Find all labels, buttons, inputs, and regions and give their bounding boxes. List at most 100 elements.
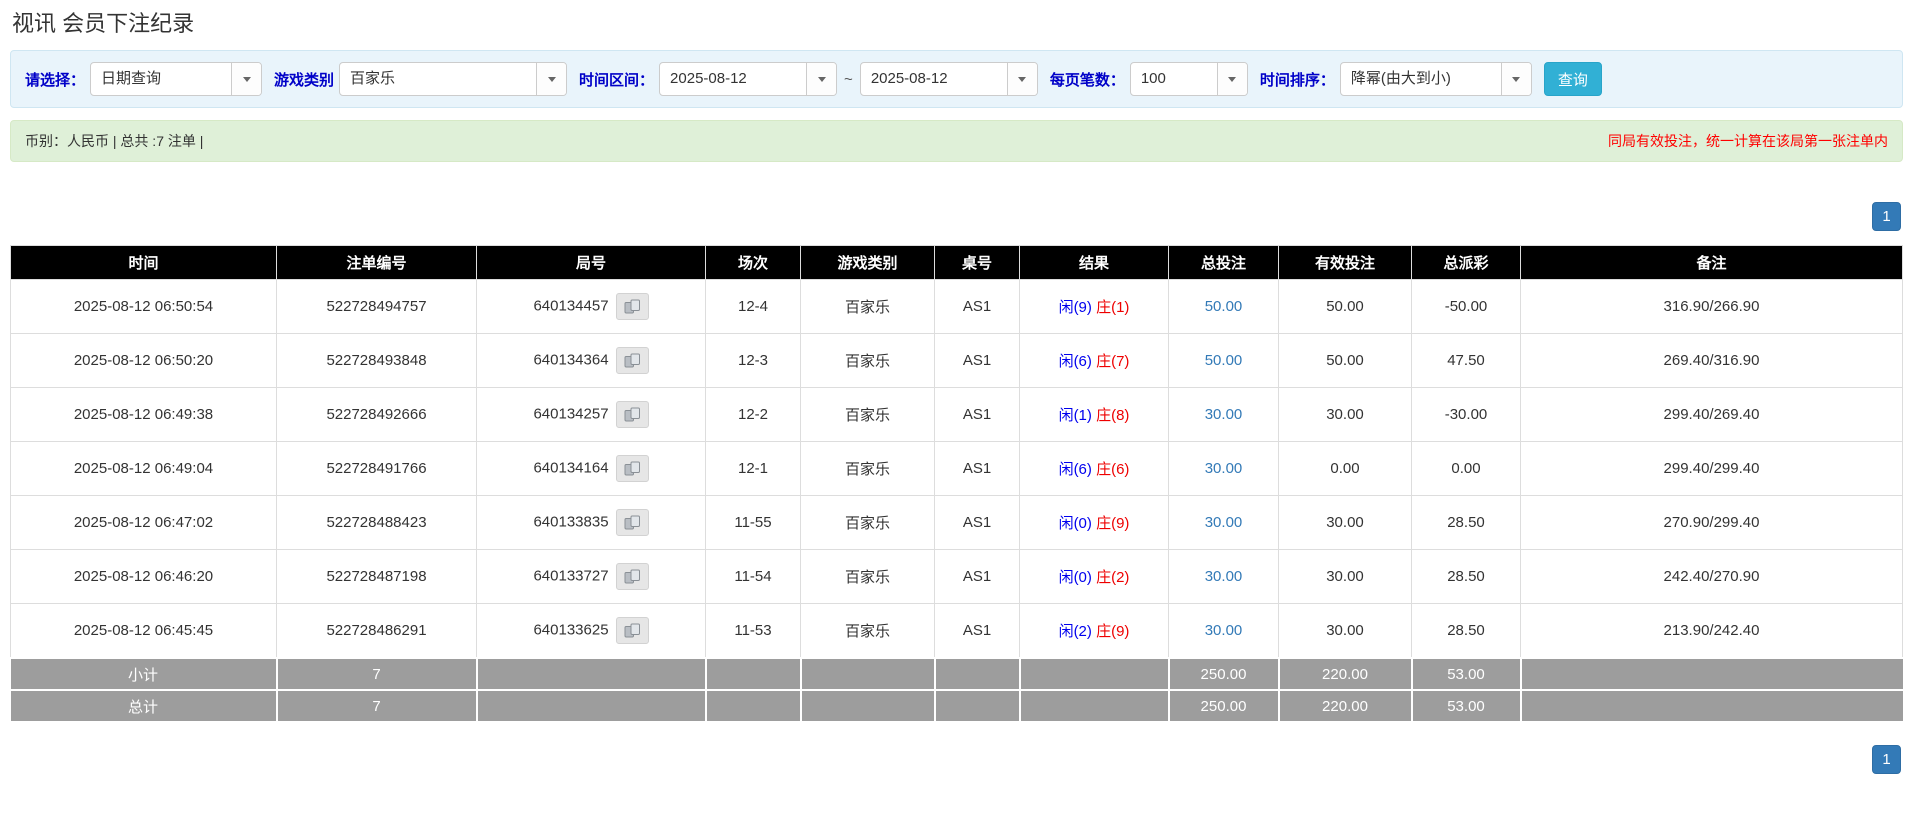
column-header: 总派彩 [1412,246,1521,280]
game-type-selected-value: 百家乐 [340,63,536,95]
page-1-button[interactable]: 1 [1872,745,1901,774]
player-result: 闲(2) [1059,623,1092,640]
round-number: 640134164 [533,459,608,476]
valid-bet-cell: 50.00 [1279,280,1412,334]
query-type-caret-button[interactable] [231,63,261,95]
game-type-label: 游戏类别 [274,69,334,90]
payout-cell: -50.00 [1412,280,1521,334]
player-result: 闲(6) [1059,461,1092,478]
pagination-bottom: 1 [10,745,1901,774]
total-bet-link[interactable]: 50.00 [1205,298,1243,315]
page-size-select[interactable]: 100 [1130,62,1248,96]
valid-bet-cell: 30.00 [1279,604,1412,659]
player-result: 闲(6) [1059,353,1092,370]
table-row: 2025-08-12 06:47:02522728488423640133835… [11,496,1903,550]
total-bet-link[interactable]: 50.00 [1205,352,1243,369]
player-result: 闲(0) [1059,569,1092,586]
total-bet-cell: 30.00 [1169,604,1279,659]
note-cell: 299.40/299.40 [1521,442,1903,496]
game-type-select[interactable]: 百家乐 [339,62,567,96]
game-type-cell: 百家乐 [801,550,935,604]
summary-empty-cell [1020,658,1169,690]
column-header: 局号 [477,246,706,280]
info-bar: 币别：人民币 | 总共 :7 注单 | 同局有效投注，统一计算在该局第一张注单内 [10,120,1903,162]
round-detail-button[interactable] [616,617,649,644]
round-detail-button[interactable] [616,509,649,536]
subtotal-row: 小计7250.00220.0053.00 [11,658,1903,690]
banker-result: 庄(6) [1096,461,1129,478]
round-detail-button[interactable] [616,347,649,374]
sort-order-value: 降幂(由大到小) [1341,63,1501,95]
banker-result: 庄(7) [1096,353,1129,370]
total-bet-link[interactable]: 30.00 [1205,406,1243,423]
bet-number-cell: 522728486291 [277,604,477,659]
result-cell: 闲(2) 庄(9) [1020,604,1169,659]
caret-down-icon [1018,77,1026,82]
summary-empty-cell [1020,690,1169,722]
note-cell: 270.90/299.40 [1521,496,1903,550]
game-type-caret-button[interactable] [536,63,566,95]
game-type-cell: 百家乐 [801,604,935,659]
date-to-caret-button[interactable] [1007,63,1037,95]
total-bet-link[interactable]: 30.00 [1205,622,1243,639]
total-bet-cell: 30.00 [1169,442,1279,496]
total-bet-cell: 30.00 [1169,388,1279,442]
total-bet-link[interactable]: 30.00 [1205,568,1243,585]
result-cell: 闲(1) 庄(8) [1020,388,1169,442]
date-from-select[interactable]: 2025-08-12 [659,62,837,96]
search-button[interactable]: 查询 [1544,62,1602,96]
cards-icon [624,461,641,476]
summary-empty-cell [477,690,706,722]
banker-result: 庄(2) [1096,569,1129,586]
column-header: 场次 [706,246,801,280]
game-type-cell: 百家乐 [801,496,935,550]
round-number-cell: 640134364 [477,334,706,388]
total-bet-link[interactable]: 30.00 [1205,514,1243,531]
query-type-label: 请选择： [25,69,85,90]
date-to-value: 2025-08-12 [861,63,1007,95]
session-cell: 12-4 [706,280,801,334]
time-cell: 2025-08-12 06:50:20 [11,334,277,388]
page-1-button[interactable]: 1 [1872,202,1901,231]
query-type-selected-value: 日期查询 [91,63,231,95]
summary-empty-cell [1521,690,1903,722]
bet-number-cell: 522728493848 [277,334,477,388]
round-number: 640134457 [533,297,608,314]
banker-result: 庄(9) [1096,623,1129,640]
round-detail-button[interactable] [616,293,649,320]
sort-order-select[interactable]: 降幂(由大到小) [1340,62,1532,96]
summary-empty-cell [801,658,935,690]
payout-cell: 28.50 [1412,550,1521,604]
summary-label-cell: 小计 [11,658,277,690]
date-to-select[interactable]: 2025-08-12 [860,62,1038,96]
summary-total-bet-cell: 250.00 [1169,658,1279,690]
payout-cell: 47.50 [1412,334,1521,388]
result-cell: 闲(6) 庄(7) [1020,334,1169,388]
payout-cell: 28.50 [1412,496,1521,550]
round-detail-button[interactable] [616,455,649,482]
summary-empty-cell [801,690,935,722]
table-row: 2025-08-12 06:49:04522728491766640134164… [11,442,1903,496]
page-size-caret-button[interactable] [1217,63,1247,95]
sort-order-caret-button[interactable] [1501,63,1531,95]
page-title: 视讯 会员下注纪录 [12,6,1903,38]
time-cell: 2025-08-12 06:45:45 [11,604,277,659]
cards-icon [624,569,641,584]
filter-bar: 请选择： 日期查询 游戏类别 百家乐 时间区间： 2025-08-12 ~ 20… [10,50,1903,108]
column-header: 注单编号 [277,246,477,280]
round-detail-button[interactable] [616,401,649,428]
note-cell: 299.40/269.40 [1521,388,1903,442]
caret-down-icon [818,77,826,82]
round-number-cell: 640134257 [477,388,706,442]
summary-label-cell: 总计 [11,690,277,722]
column-header: 备注 [1521,246,1903,280]
date-from-caret-button[interactable] [806,63,836,95]
summary-empty-cell [935,690,1020,722]
round-detail-button[interactable] [616,563,649,590]
query-type-select[interactable]: 日期查询 [90,62,262,96]
total-bet-link[interactable]: 30.00 [1205,460,1243,477]
note-cell: 269.40/316.90 [1521,334,1903,388]
summary-empty-cell [477,658,706,690]
total-bet-cell: 50.00 [1169,280,1279,334]
summary-empty-cell [1521,658,1903,690]
